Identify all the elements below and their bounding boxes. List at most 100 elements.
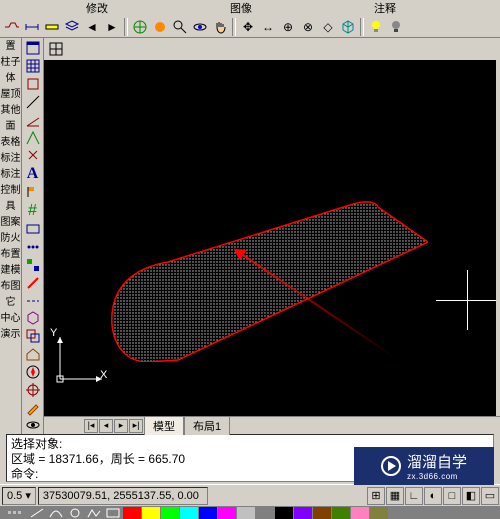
color-swatch[interactable] (123, 507, 141, 519)
hash-icon[interactable]: # (23, 202, 43, 220)
cat-label[interactable]: 面 (0, 120, 21, 134)
cat-label[interactable]: 表格 (0, 136, 21, 150)
ortho-toggle-icon[interactable]: ∟ (405, 487, 423, 505)
tab-model[interactable]: 模型 (144, 416, 184, 435)
house-icon[interactable] (23, 346, 43, 363)
rect-tool-icon[interactable] (104, 507, 122, 519)
color-swatch[interactable] (313, 507, 331, 519)
palette-icon[interactable] (150, 17, 170, 37)
status-bar: 0.5 ▾ 37530079.51, 2555137.55, 0.00 ⊞ ▦ … (0, 484, 500, 506)
color-swatch[interactable] (370, 507, 388, 519)
snap-toggle-icon[interactable]: ⊞ (367, 487, 385, 505)
color-swatch[interactable] (294, 507, 312, 519)
watermark-url: zx.3d66.com (407, 472, 458, 481)
pencil-icon[interactable] (23, 399, 43, 416)
tick-icon[interactable] (23, 147, 43, 164)
dash-icon[interactable] (23, 292, 43, 309)
slash-icon[interactable] (23, 274, 43, 291)
cat-label[interactable]: 建模 (0, 264, 21, 278)
color-swatch[interactable] (218, 507, 236, 519)
arc-tool-icon[interactable] (47, 507, 65, 519)
cat-label[interactable]: 防火 (0, 232, 21, 246)
window2-icon[interactable] (23, 221, 43, 238)
grid-toggle-icon[interactable]: ▦ (386, 487, 404, 505)
cat-label[interactable]: 中心 (0, 312, 21, 326)
color-swatch[interactable] (351, 507, 369, 519)
leftarrow-icon[interactable]: ◄ (82, 17, 102, 37)
dots-icon[interactable] (23, 239, 43, 256)
circle-tool-icon[interactable] (66, 507, 84, 519)
tab-last-icon[interactable]: ▸| (129, 419, 143, 433)
cat-label[interactable]: 柱子 (0, 56, 21, 70)
polyline-icon[interactable] (2, 17, 22, 37)
compass-icon[interactable] (23, 364, 43, 381)
color-swatch[interactable] (237, 507, 255, 519)
window-icon[interactable] (23, 40, 43, 57)
color-swatch[interactable] (161, 507, 179, 519)
blocks-icon[interactable] (23, 256, 43, 273)
cat-label[interactable]: 图案 (0, 216, 21, 230)
drag-handle-icon[interactable] (0, 511, 28, 514)
cat-label[interactable]: 控制 (0, 184, 21, 198)
bulb-on-icon[interactable] (366, 17, 386, 37)
tab-next-icon[interactable]: ▸ (114, 419, 128, 433)
cat-label[interactable]: 标注 (0, 168, 21, 182)
orbit-icon[interactable] (190, 17, 210, 37)
view-icon[interactable]: ◇ (318, 17, 338, 37)
line-icon[interactable] (23, 94, 43, 111)
zoom-icon[interactable] (170, 17, 190, 37)
move-icon[interactable]: ↔ (258, 17, 278, 37)
menu-modify[interactable]: 修改 (80, 0, 114, 16)
cat-label[interactable]: 屋顶 (0, 88, 21, 102)
dimension-icon[interactable] (22, 17, 42, 37)
text-icon[interactable]: A (23, 165, 43, 183)
polyline-tool-icon[interactable] (85, 507, 103, 519)
angle-icon[interactable] (23, 129, 43, 146)
crosshair-icon[interactable] (23, 381, 43, 398)
bulb-off-icon[interactable] (386, 17, 406, 37)
box3d-icon[interactable] (338, 17, 358, 37)
cat-label[interactable]: 它 (0, 296, 21, 310)
menu-annotate[interactable]: 注释 (368, 0, 402, 16)
overlap-icon[interactable] (23, 328, 43, 345)
color-swatch[interactable] (256, 507, 274, 519)
polar-toggle-icon[interactable]: ◐ (424, 487, 442, 505)
cat-label[interactable]: 其他 (0, 104, 21, 118)
eye-icon[interactable] (23, 417, 43, 434)
tab-layout1[interactable]: 布局1 (184, 416, 230, 435)
nav2-icon[interactable]: ⊗ (298, 17, 318, 37)
cat-label[interactable]: 体 (0, 72, 21, 86)
drawing-canvas[interactable]: Y X (44, 60, 496, 416)
otrack-toggle-icon[interactable]: ◧ (462, 487, 480, 505)
color-swatch[interactable] (142, 507, 160, 519)
color-swatch[interactable] (332, 507, 350, 519)
dyn-toggle-icon[interactable]: ▭ (481, 487, 499, 505)
rightarrow-icon[interactable]: ► (102, 17, 122, 37)
cat-label[interactable]: 标注 (0, 152, 21, 166)
globe-icon[interactable] (130, 17, 150, 37)
cat-label[interactable]: 布置 (0, 248, 21, 262)
viewport-config-icon[interactable] (46, 39, 66, 59)
box-icon[interactable] (23, 76, 43, 93)
cube-icon[interactable] (23, 310, 43, 327)
nav-icon[interactable]: ⊕ (278, 17, 298, 37)
color-swatch[interactable] (275, 507, 293, 519)
color-swatch[interactable] (180, 507, 198, 519)
color-swatch[interactable] (199, 507, 217, 519)
osnap-toggle-icon[interactable]: □ (443, 487, 461, 505)
ruler-icon[interactable] (42, 17, 62, 37)
layers-icon[interactable] (62, 17, 82, 37)
tab-first-icon[interactable]: |◂ (84, 419, 98, 433)
cat-label[interactable]: 具 (0, 200, 21, 214)
tab-prev-icon[interactable]: ◂ (99, 419, 113, 433)
line-tool-icon[interactable] (28, 507, 46, 519)
cat-label[interactable]: 置 (0, 40, 21, 54)
menu-image[interactable]: 图像 (224, 0, 258, 16)
grid-icon[interactable] (23, 58, 43, 75)
slope-icon[interactable] (23, 111, 43, 128)
cat-label[interactable]: 布图 (0, 280, 21, 294)
flag-icon[interactable] (23, 184, 43, 201)
hand-icon[interactable] (210, 17, 230, 37)
cat-label[interactable]: 演示 (0, 328, 21, 342)
pan-arrows-icon[interactable]: ✥ (238, 17, 258, 37)
